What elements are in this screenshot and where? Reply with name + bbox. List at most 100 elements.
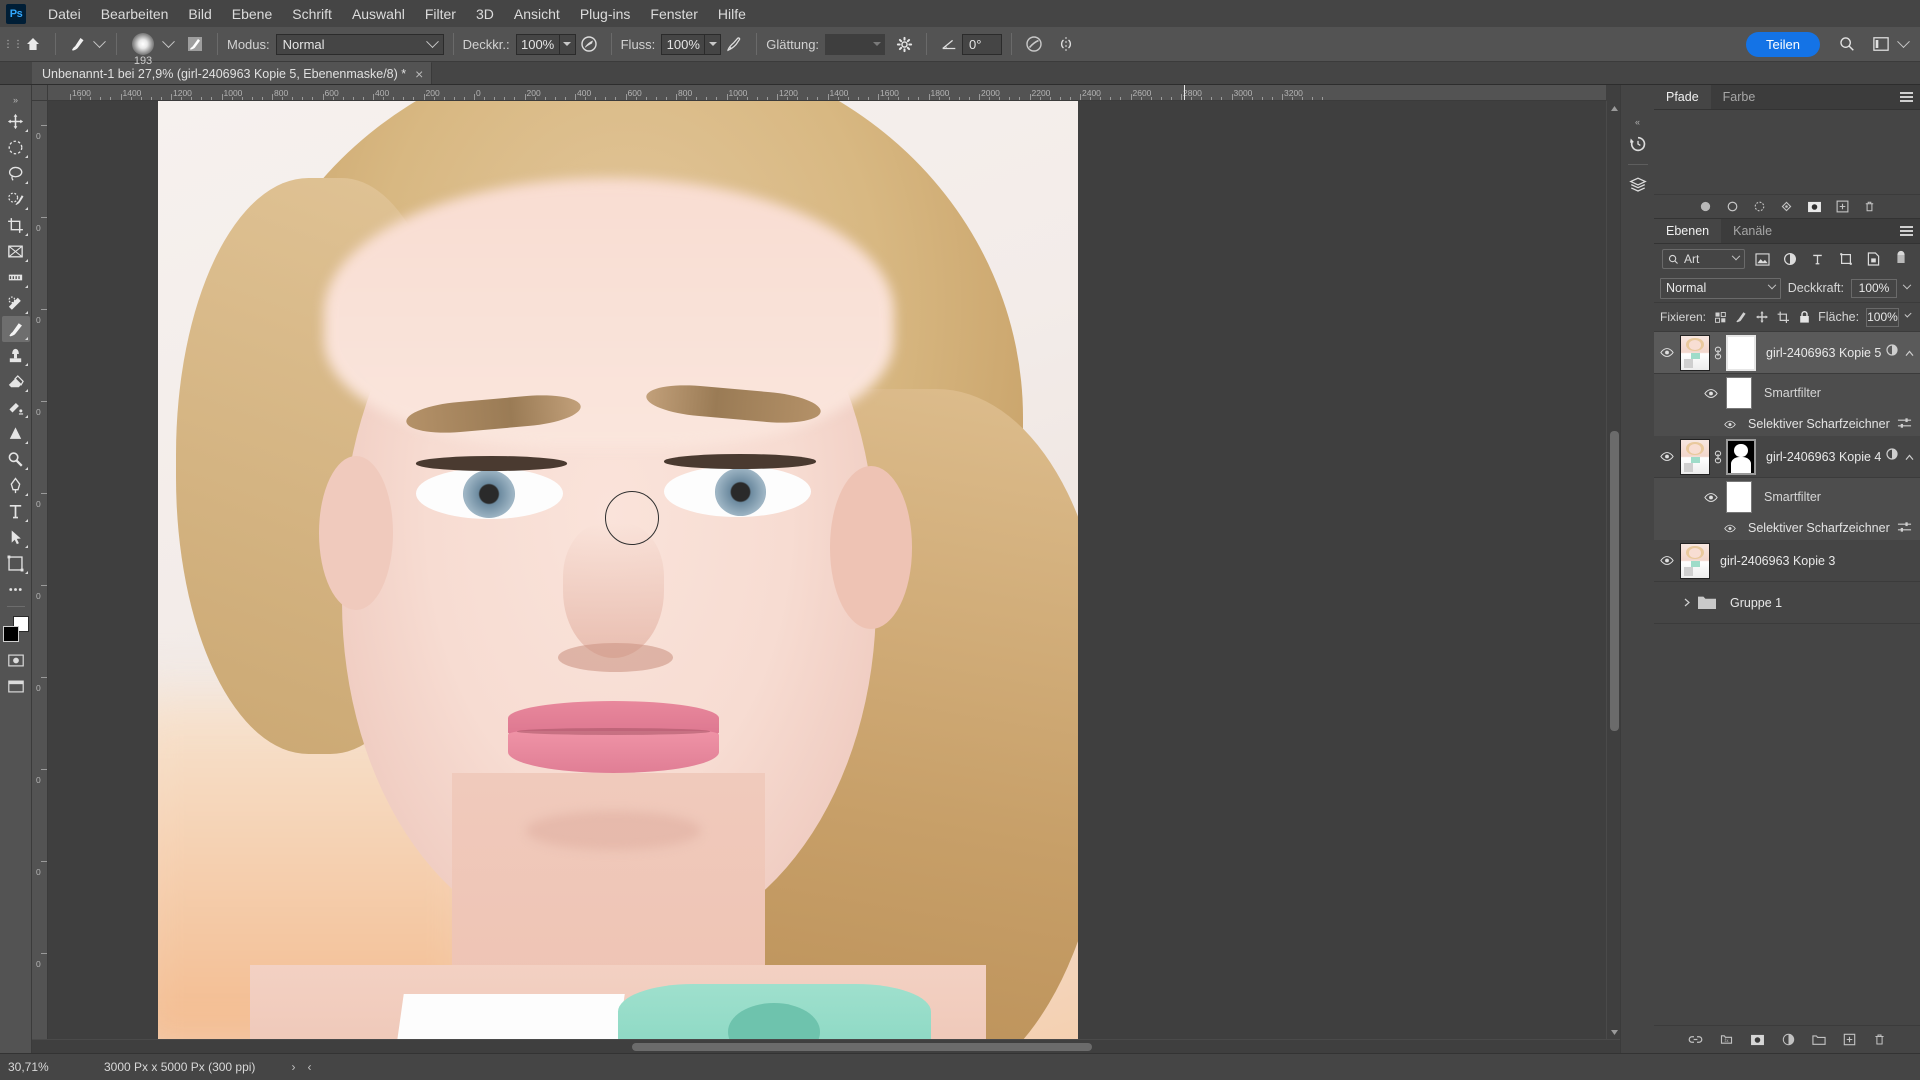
link-layers-icon[interactable] [1688,1033,1703,1046]
layer-comps-icon[interactable] [1623,170,1653,200]
vertical-ruler[interactable]: 0 0 0 0 0 0 0 0 0 0 [32,101,48,1039]
foreground-color-swatch[interactable] [2,626,19,642]
search-icon[interactable] [1834,31,1860,57]
marquee-tool[interactable] [2,134,30,160]
filter-settings-icon[interactable] [1897,521,1920,536]
horizontal-scroll-thumb[interactable] [632,1043,1092,1051]
layer-row[interactable]: Gruppe 1 [1654,582,1920,624]
make-work-path-icon[interactable] [1780,200,1793,213]
ruler-origin[interactable] [32,85,48,101]
photo-image[interactable] [158,101,1078,1039]
lock-all-icon[interactable] [1797,307,1811,327]
menu-item-3d[interactable]: 3D [466,2,504,26]
symmetry-icon[interactable] [1053,31,1079,57]
pen-tool[interactable] [2,472,30,498]
collapse-chevron-icon[interactable] [1905,448,1914,466]
eye-visible-icon[interactable] [1654,347,1680,358]
flow-dropdown[interactable] [705,33,722,55]
workspace-dropdown[interactable] [1894,31,1912,57]
tab-farbe[interactable]: Farbe [1711,85,1768,109]
eye-visible-icon[interactable] [1720,524,1740,533]
clone-stamp-tool[interactable] [2,342,30,368]
eyedropper-tool[interactable] [2,264,30,290]
lock-image-icon[interactable] [1734,307,1748,327]
flow-input[interactable]: 100% [661,33,706,55]
tab-kanaele[interactable]: Kanäle [1721,219,1784,243]
layer-list[interactable]: girl-2406963 Kopie 5 Smartfilter Selektive… [1654,332,1920,1025]
menu-item-bearbeiten[interactable]: Bearbeiten [91,2,179,26]
menu-item-fenster[interactable]: Fenster [640,2,707,26]
layer-thumbnails[interactable] [1680,542,1710,579]
lock-transparency-icon[interactable] [1713,307,1727,327]
horizontal-ruler[interactable]: 1600 1400 1200 1000 800 600 400 200 0 200 400 600 80… [48,85,1606,101]
filter-row[interactable]: Selektiver Scharfzeichner [1654,412,1920,436]
layer-thumbnail[interactable] [1680,438,1710,475]
scroll-down-arrow[interactable] [1607,1025,1621,1039]
link-mask-icon[interactable] [1713,450,1723,464]
adjustment-filter-icon[interactable] [1779,249,1801,269]
object-selection-tool[interactable] [2,186,30,212]
gear-icon[interactable] [891,31,917,57]
paths-list[interactable] [1654,110,1920,194]
menu-item-ebene[interactable]: Ebene [222,2,282,26]
link-mask-icon[interactable] [1713,346,1723,360]
opacity-input[interactable]: 100% [515,33,560,55]
eye-visible-icon[interactable] [1654,555,1680,566]
delete-path-icon[interactable] [1863,200,1876,213]
path-selection-tool[interactable] [2,524,30,550]
vertical-scroll-thumb[interactable] [1610,431,1619,731]
brush-preset-dropdown[interactable] [91,31,107,57]
brush-preset-icon[interactable] [65,31,91,57]
layer-filter-select[interactable]: Art [1662,249,1746,269]
panel-menu-icon[interactable] [1900,85,1913,109]
smoothing-input[interactable] [825,33,870,55]
new-layer-icon[interactable] [1843,1033,1856,1046]
layer-row[interactable]: girl-2406963 Kopie 3 [1654,540,1920,582]
eye-visible-icon[interactable] [1698,492,1724,503]
gradient-tool[interactable] [2,394,30,420]
more-tools[interactable] [2,576,30,602]
delete-layer-icon[interactable] [1873,1033,1886,1046]
dodge-tool[interactable] [2,446,30,472]
image-canvas[interactable] [48,101,1606,1039]
lock-position-icon[interactable] [1755,307,1769,327]
group-expand-chevron-icon[interactable] [1680,598,1694,607]
angle-input[interactable]: 0° [962,33,1003,55]
status-next-arrow[interactable]: › [285,1060,301,1074]
layer-thumbnails[interactable] [1680,334,1756,371]
close-icon[interactable]: × [415,67,423,81]
add-mask-icon[interactable] [1750,1034,1765,1046]
expand-handle-icon[interactable]: ⋮⋮ [3,31,23,57]
new-adjustment-icon[interactable] [1782,1033,1795,1046]
home-icon[interactable] [20,31,46,57]
document-tab[interactable]: Unbenannt-1 bei 27,9% (girl-2406963 Kopi… [32,61,433,84]
menu-item-filter[interactable]: Filter [415,2,466,26]
angle-icon[interactable] [936,31,962,57]
layer-mask-thumbnail[interactable] [1726,334,1756,371]
airbrush-icon[interactable] [721,31,747,57]
menu-item-schrift[interactable]: Schrift [282,2,342,26]
layer-style-icon[interactable]: fx [1720,1033,1733,1046]
type-tool[interactable] [2,498,30,524]
quick-mask-icon[interactable] [2,647,30,673]
filter-mask-thumbnail[interactable] [1726,481,1752,513]
brush-tool[interactable] [1,316,30,342]
brush-panel-icon[interactable] [182,31,208,57]
screen-mode-icon[interactable] [2,673,30,699]
horizontal-scrollbar[interactable] [32,1039,1620,1053]
smoothing-dropdown[interactable] [869,33,886,55]
fill-dropdown-icon[interactable] [1904,310,1912,318]
history-icon[interactable] [1623,129,1653,159]
workspace-icon[interactable] [1868,31,1894,57]
pressure-size-icon[interactable] [1021,31,1047,57]
opacity-dropdown-icon[interactable] [1902,280,1912,290]
healing-brush-tool[interactable] [2,290,30,316]
status-prev-arrow[interactable]: ‹ [301,1060,317,1074]
layer-mask-thumbnail[interactable] [1726,438,1756,475]
smart-filter-row[interactable]: Smartfilter [1654,478,1920,516]
collapse-chevron-icon[interactable] [1905,344,1914,362]
tab-ebenen[interactable]: Ebenen [1654,219,1722,243]
pressure-opacity-icon[interactable] [576,31,602,57]
layer-opacity-input[interactable]: 100% [1851,278,1897,298]
color-swatches[interactable] [2,611,30,647]
